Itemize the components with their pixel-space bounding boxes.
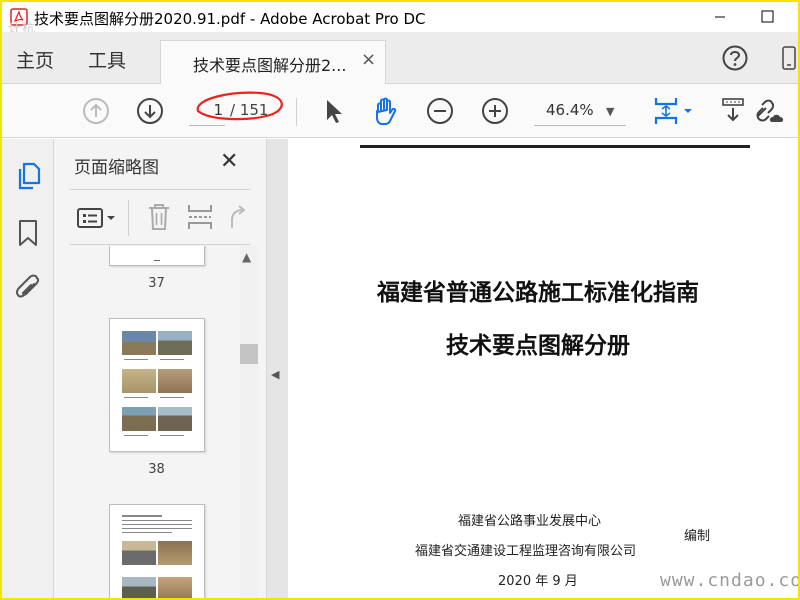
mobile-icon[interactable] (782, 46, 796, 70)
chevron-down-icon: ▼ (606, 105, 615, 118)
panel-close-button[interactable]: ✕ (220, 149, 238, 174)
tab-document[interactable]: 技术要点图解分册2... × (160, 40, 386, 84)
rotate-icon[interactable] (226, 204, 250, 232)
zoom-value: 46.4% (546, 101, 594, 119)
scroll-up-icon[interactable]: ▲ (242, 250, 251, 264)
collapse-panel-icon[interactable]: ◀ (271, 368, 279, 381)
thumbnails-list: 37 38 (54, 246, 239, 598)
menu-tools[interactable]: 工具 (88, 46, 126, 73)
page-thumbnail[interactable] (109, 504, 205, 598)
thumbnail-photo (122, 369, 156, 393)
page-thumbnail[interactable] (109, 318, 205, 452)
document-title: 福建省普通公路施工标准化指南 (377, 279, 699, 306)
thumbnail-caption (160, 435, 184, 436)
bookmark-icon[interactable] (17, 219, 39, 247)
thumbnail-photo (122, 541, 156, 565)
thumbnail-photo (122, 331, 156, 355)
select-tool-icon[interactable] (320, 96, 346, 126)
thumbnail-caption (124, 359, 148, 360)
thumbnail-photo (122, 577, 156, 598)
insert-page-icon[interactable] (186, 202, 214, 232)
thumbnail-photo (158, 407, 192, 431)
thumbnail-photo (158, 541, 192, 565)
thumbnails-panel: 页面缩略图 ✕ 37 38 ▲ (54, 139, 267, 598)
scrollbar-thumb[interactable] (240, 344, 258, 364)
tab-title: 技术要点图解分册2... (193, 56, 347, 75)
title-bar: 计杭 技术要点图解分册2020.91.pdf - Adobe Acrobat P… (2, 2, 798, 37)
previous-page-icon[interactable] (82, 97, 110, 125)
thumbnail-text (122, 528, 192, 529)
thumbnails-scrollbar[interactable] (240, 246, 258, 598)
thumbnail-text (122, 520, 192, 521)
next-page-icon[interactable] (136, 97, 164, 125)
delete-icon[interactable] (146, 202, 172, 232)
help-icon[interactable] (721, 44, 749, 72)
thumbnail-text (122, 515, 162, 517)
thumbnail-caption (160, 397, 184, 398)
watermark-right: www.cndao.com (660, 570, 798, 591)
menu-home[interactable]: 主页 (16, 46, 54, 73)
document-edit-label: 编制 (684, 529, 711, 544)
thumbnail-photo (158, 369, 192, 393)
thumbnail-text (122, 524, 192, 525)
link-cloud-icon[interactable] (752, 96, 788, 126)
app-window: 计杭 技术要点图解分册2020.91.pdf - Adobe Acrobat P… (2, 2, 798, 598)
page-thumbnails-icon[interactable] (15, 161, 41, 191)
maximize-icon (761, 10, 774, 23)
toolbar-divider (296, 98, 297, 126)
page-header-rule (360, 145, 750, 148)
document-view[interactable]: ◀ 福建省普通公路施工标准化指南 技术要点图解分册 福建省公路事业发展中心 福建… (267, 139, 798, 598)
thumbnail-text (122, 532, 172, 533)
document-subtitle: 技术要点图解分册 (446, 332, 630, 359)
panel-toolbar (70, 189, 250, 245)
thumbnail-label: 38 (148, 462, 165, 477)
options-menu-icon[interactable] (76, 206, 120, 230)
thumbnail-photo (158, 331, 192, 355)
zoom-out-icon[interactable] (426, 97, 454, 125)
tab-bar: 主页 工具 技术要点图解分册2... × (2, 32, 798, 84)
attachment-icon[interactable] (14, 273, 42, 305)
window-title: 技术要点图解分册2020.91.pdf - Adobe Acrobat Pro … (34, 10, 426, 28)
document-date: 2020 年 9 月 (498, 574, 578, 589)
page-footer-mark (154, 260, 160, 261)
maximize-button[interactable] (744, 2, 790, 32)
page-thumbnail[interactable] (109, 246, 205, 266)
zoom-dropdown[interactable]: 46.4% ▼ (534, 96, 626, 126)
tab-close-button[interactable]: × (361, 49, 376, 70)
document-org-1: 福建省公路事业发展中心 (458, 514, 602, 529)
thumbnail-photo (122, 407, 156, 431)
thumbnail-caption (124, 435, 148, 436)
panel-toolbar-divider (128, 200, 129, 236)
annotation-oval (196, 91, 283, 121)
thumbnail-label: 37 (148, 276, 165, 291)
panel-title: 页面缩略图 (74, 158, 159, 178)
document-org-2: 福建省交通建设工程监理咨询有限公司 (415, 544, 637, 559)
hand-tool-icon[interactable] (369, 94, 403, 128)
main-toolbar: 1 / 151 46.4% ▼ (2, 84, 798, 138)
zoom-in-icon[interactable] (481, 97, 509, 125)
thumbnail-caption (124, 397, 148, 398)
thumbnail-photo (158, 577, 192, 598)
scrolling-mode-icon[interactable] (720, 96, 748, 126)
minimize-icon (715, 16, 725, 18)
pdf-page: 福建省普通公路施工标准化指南 技术要点图解分册 福建省公路事业发展中心 福建省交… (288, 139, 798, 598)
fit-page-icon[interactable] (650, 94, 698, 128)
navigation-rail (2, 139, 54, 598)
thumbnail-caption (160, 359, 184, 360)
minimize-button[interactable] (698, 2, 744, 32)
